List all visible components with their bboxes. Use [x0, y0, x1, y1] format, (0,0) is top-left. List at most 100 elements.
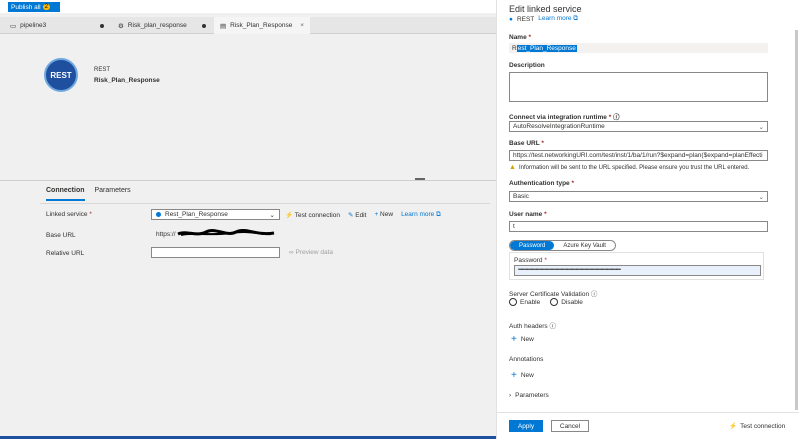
runtime-value: AutoResolveIntegrationRuntime: [513, 123, 605, 130]
redaction-scribble: [177, 229, 275, 236]
test-connection-button[interactable]: ⚡ Test connection: [729, 422, 785, 431]
plug-icon: ⚡: [285, 211, 294, 219]
linked-service-label: Linked service *: [46, 211, 92, 218]
tab-parameters[interactable]: Parameters: [95, 187, 131, 201]
relative-url-input[interactable]: [151, 247, 280, 258]
tab-label: pipeline3: [20, 22, 47, 29]
user-name-value: t: [513, 223, 515, 230]
azure-key-vault-option[interactable]: Azure Key Vault: [554, 241, 615, 250]
add-auth-header-button[interactable]: + New: [511, 334, 534, 345]
new-label: New: [520, 372, 534, 379]
edit-linked-service-panel: Edit linked service ● REST Learn more ⧉ …: [496, 0, 799, 439]
runtime-dropdown[interactable]: AutoResolveIntegrationRuntime ⌄: [509, 121, 768, 132]
base-url-value: https://: [156, 231, 176, 238]
required-mark: *: [544, 211, 547, 218]
tab-pipeline3[interactable]: ▭ pipeline3: [4, 17, 110, 34]
test-connection-link[interactable]: ⚡ Test connection: [285, 211, 340, 219]
disable-label: Disable: [561, 298, 583, 306]
pencil-icon: ✎: [347, 211, 354, 219]
linked-service-value: Rest_Plan_Response: [165, 211, 228, 218]
tab-risk-plan-response-dataset[interactable]: ▤ Risk_Plan_Response ×: [214, 17, 310, 34]
linked-service-status-icon: [156, 212, 161, 217]
url-warning: ▲ Information will be sent to the URL sp…: [509, 164, 749, 171]
cancel-button[interactable]: Cancel: [551, 420, 589, 432]
linked-service-label-text: Linked service: [46, 211, 88, 218]
password-label-text: Password: [514, 257, 543, 264]
plus-icon: +: [511, 334, 517, 345]
required-mark: *: [528, 34, 532, 41]
resize-handle-icon[interactable]: [415, 178, 425, 180]
connector-type: REST: [516, 15, 535, 23]
parameters-expander[interactable]: › Parameters: [509, 392, 549, 399]
radio-circle-icon: [550, 298, 559, 306]
tab-bar: ▭ pipeline3 ⚙ Risk_plan_response ▤ Risk_…: [0, 17, 496, 34]
name-input[interactable]: Rest_Plan_Response: [509, 43, 768, 53]
edit-label: Edit: [355, 211, 367, 219]
name-label-text: Name: [509, 34, 527, 41]
new-link[interactable]: + New: [374, 211, 393, 218]
base-url-value: https://test.networkingURI.com/test/inst…: [513, 152, 763, 159]
panel-scrollbar[interactable]: [795, 30, 798, 410]
disable-radio[interactable]: Disable: [550, 298, 583, 306]
auth-headers-label: Auth headers ⓘ: [509, 320, 556, 330]
auth-type-dropdown[interactable]: Basic ⌄: [509, 191, 768, 202]
dataset-header: REST REST Risk_Plan_Response: [44, 58, 244, 98]
description-textarea[interactable]: [509, 72, 768, 102]
publish-count-badge: 2: [42, 4, 50, 10]
password-input[interactable]: ••••••••••••••••••••••••••••••••••••••••…: [514, 265, 761, 276]
close-icon[interactable]: ×: [300, 22, 304, 29]
required-mark: *: [541, 140, 544, 147]
pipeline-icon: ▭: [10, 22, 17, 30]
publish-all-button[interactable]: Publish all 2: [8, 2, 60, 12]
edit-link[interactable]: ✎ Edit: [348, 211, 366, 219]
unsaved-dot-icon: [202, 23, 206, 28]
dataflow-icon: ⚙: [118, 22, 124, 30]
info-icon[interactable]: ⓘ: [591, 291, 598, 298]
pane-divider[interactable]: [0, 180, 496, 181]
preview-data-button[interactable]: ∞ Preview data: [289, 249, 333, 256]
user-name-label: User name *: [509, 211, 547, 218]
user-name-input[interactable]: t: [509, 221, 768, 232]
learn-more-link[interactable]: Learn more ⧉: [538, 15, 578, 23]
server-cert-options: Enable Disable: [509, 298, 583, 306]
name-value-selected: est_Plan_Response: [516, 44, 577, 52]
tab-connection[interactable]: Connection: [46, 187, 85, 201]
linked-service-dropdown[interactable]: Rest_Plan_Response ⌄: [151, 209, 280, 220]
info-icon[interactable]: ⓘ: [613, 114, 620, 121]
runtime-label: Connect via integration runtime * ⓘ: [509, 111, 620, 121]
chevron-right-icon: ›: [509, 392, 512, 399]
chevron-down-icon: ⌄: [269, 211, 275, 219]
dataset-name: Risk_Plan_Response: [94, 77, 160, 84]
password-option[interactable]: Password: [510, 241, 555, 250]
required-mark: *: [571, 180, 575, 187]
info-icon[interactable]: ⓘ: [549, 323, 556, 330]
radio-circle-icon: [509, 298, 517, 306]
preview-data-label: Preview data: [295, 249, 334, 256]
name-label: Name *: [509, 34, 531, 41]
server-cert-label-text: Server Certificate Validation: [509, 291, 590, 298]
learn-more-link[interactable]: Learn more ⧉: [401, 211, 441, 219]
tab-risk-plan-response-dataflow[interactable]: ⚙ Risk_plan_response: [112, 17, 212, 34]
learn-more-label: Learn more: [401, 210, 435, 218]
linked-service-actions: ⚡ Test connection ✎ Edit + New Learn mor…: [285, 209, 441, 220]
plug-icon: ⚡: [729, 423, 738, 430]
base-url-input[interactable]: https://test.networkingURI.com/test/inst…: [509, 150, 768, 161]
required-mark: *: [89, 211, 92, 218]
add-annotation-button[interactable]: + New: [511, 370, 534, 381]
chevron-down-icon: ⌄: [758, 123, 764, 131]
authoring-canvas: Publish all 2 ▭ pipeline3 ⚙ Risk_plan_re…: [0, 0, 496, 439]
enable-radio[interactable]: Enable: [509, 298, 540, 306]
learn-more-label: Learn more: [538, 15, 572, 22]
panel-footer: Apply Cancel ⚡ Test connection: [497, 412, 799, 439]
external-link-icon: ⧉: [436, 210, 441, 218]
parameters-label: Parameters: [515, 392, 549, 399]
rest-globe-icon: REST: [44, 58, 78, 92]
tab-label: Risk_plan_response: [127, 22, 187, 29]
plus-icon: +: [511, 370, 517, 381]
base-url-label: Base URL: [46, 232, 76, 239]
auth-type-value: Basic: [513, 193, 529, 200]
tab-label: Risk_Plan_Response: [230, 22, 293, 29]
panel-subtitle: ● REST Learn more ⧉: [509, 15, 578, 23]
new-label: New: [380, 211, 394, 218]
apply-button[interactable]: Apply: [509, 420, 543, 432]
